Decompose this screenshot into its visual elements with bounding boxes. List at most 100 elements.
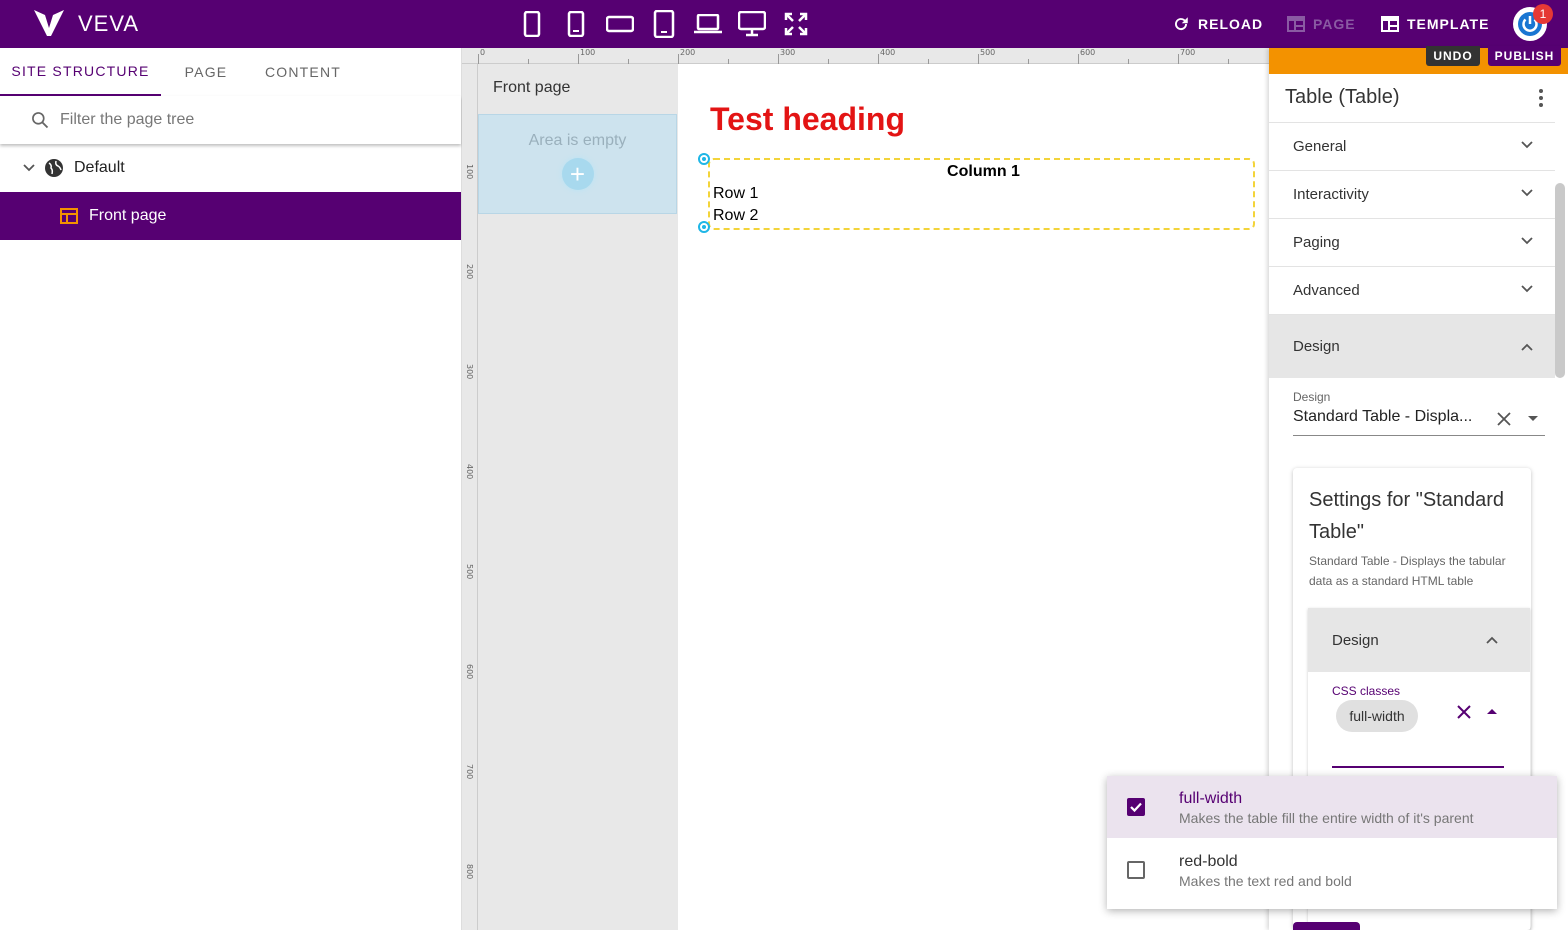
- section-interactivity[interactable]: Interactivity: [1269, 170, 1555, 218]
- empty-area-text: Area is empty: [528, 132, 627, 149]
- tree-item-front-page[interactable]: Front page: [0, 192, 461, 240]
- ruler-label: 700: [465, 764, 474, 780]
- empty-drop-zone[interactable]: Area is empty +: [478, 114, 677, 214]
- filter-input[interactable]: [60, 111, 440, 129]
- chevron-up-icon: [1521, 343, 1533, 351]
- settings-description: Standard Table - Displays the tabular da…: [1309, 554, 1506, 588]
- globe-icon: [45, 159, 63, 177]
- vertical-ruler: 100 200 300 400 500 600 700 800: [462, 64, 478, 930]
- reload-button[interactable]: RELOAD: [1172, 14, 1263, 34]
- inner-design-header[interactable]: Design: [1308, 608, 1530, 672]
- page-label: PAGE: [1313, 16, 1356, 32]
- notification-badge: 1: [1533, 4, 1553, 24]
- clear-icon[interactable]: [1497, 412, 1511, 426]
- section-label: Interactivity: [1293, 186, 1369, 203]
- table-row: Row 2: [713, 207, 759, 224]
- reload-label: RELOAD: [1198, 16, 1264, 32]
- option-description: Makes the table fill the entire width of…: [1179, 810, 1474, 826]
- ruler-label: 800: [465, 864, 474, 880]
- chevron-down-icon: [1521, 285, 1533, 293]
- section-paging[interactable]: Paging: [1269, 218, 1555, 266]
- design-select-value: Standard Table - Displa...: [1293, 408, 1473, 425]
- top-bar: VEVA RELOAD PAGE TEMPLATE 1: [0, 0, 1568, 48]
- design-field-label: Design: [1293, 390, 1331, 404]
- option-full-width[interactable]: full-width Makes the table fill the enti…: [1107, 776, 1557, 838]
- ruler-label: 500: [465, 564, 474, 580]
- css-class-chip[interactable]: full-width: [1336, 700, 1418, 732]
- checkbox-unchecked-icon[interactable]: [1127, 861, 1145, 879]
- front-page-area: Front page Area is empty +: [478, 64, 678, 930]
- refresh-icon: [1175, 17, 1188, 31]
- table-row: Row 1: [713, 185, 759, 202]
- tab-page[interactable]: PAGE: [161, 48, 251, 96]
- tab-site-structure[interactable]: SITE STRUCTURE: [0, 48, 161, 96]
- test-heading[interactable]: Test heading: [710, 101, 905, 138]
- publish-button[interactable]: PUBLISH: [1488, 46, 1561, 66]
- chevron-up-icon: [1486, 636, 1498, 644]
- left-panel: SITE STRUCTURE PAGE CONTENT Default Fron…: [0, 48, 462, 930]
- option-name: full-width: [1179, 790, 1243, 807]
- chevron-down-icon: [1521, 237, 1533, 245]
- ruler-label: 100: [465, 164, 474, 180]
- undo-button[interactable]: UNDO: [1426, 46, 1480, 66]
- ruler-label: 300: [465, 364, 474, 380]
- dropdown-arrow-icon[interactable]: [1528, 416, 1538, 422]
- move-handle-icon[interactable]: [698, 153, 710, 165]
- section-label: Design: [1332, 631, 1379, 649]
- panel-title: Table (Table): [1285, 86, 1400, 108]
- ruler-label: 400: [465, 464, 474, 480]
- apply-button[interactable]: [1293, 922, 1360, 930]
- selected-table[interactable]: Column 1 Row 1 Row 2: [698, 153, 1255, 233]
- css-classes-dropdown: full-width Makes the table fill the enti…: [1107, 776, 1557, 909]
- table-column-header: Column 1: [947, 163, 1020, 180]
- action-bar: UNDO PUBLISH: [1269, 46, 1568, 74]
- page-layout-icon: [1287, 16, 1305, 32]
- fullscreen-icon[interactable]: [774, 8, 818, 40]
- chevron-down-icon: [1521, 189, 1533, 197]
- search-icon: [32, 112, 49, 129]
- section-label: Advanced: [1293, 282, 1360, 299]
- checkbox-checked-icon[interactable]: [1127, 798, 1145, 816]
- tree-item-label: Default: [74, 159, 125, 176]
- settings-title: Settings for "Standard Table": [1309, 489, 1504, 543]
- option-name: red-bold: [1179, 853, 1238, 870]
- add-content-icon[interactable]: +: [561, 158, 594, 190]
- option-red-bold[interactable]: red-bold Makes the text red and bold: [1107, 839, 1557, 901]
- template-label: TEMPLATE: [1407, 16, 1490, 32]
- section-design[interactable]: Design: [1269, 314, 1555, 378]
- laptop-icon[interactable]: [686, 8, 730, 40]
- veva-logo-icon: [34, 10, 64, 36]
- phone-portrait-icon[interactable]: [510, 8, 554, 40]
- tab-content[interactable]: CONTENT: [251, 48, 355, 96]
- panel-scrollbar[interactable]: [1555, 183, 1565, 378]
- phone-landscape-icon[interactable]: [598, 8, 642, 40]
- option-description: Makes the text red and bold: [1179, 873, 1352, 889]
- clear-icon[interactable]: [1457, 705, 1471, 719]
- template-icon: [1381, 16, 1399, 32]
- section-label: General: [1293, 138, 1347, 155]
- design-select[interactable]: Standard Table - Displa...: [1293, 408, 1545, 436]
- chevron-down-icon[interactable]: [22, 161, 36, 175]
- chevron-down-icon: [1521, 141, 1533, 149]
- area-title: Front page: [493, 79, 571, 96]
- resize-handle-icon[interactable]: [698, 221, 710, 233]
- desktop-icon[interactable]: [730, 8, 774, 40]
- section-label: Paging: [1293, 234, 1340, 251]
- section-advanced[interactable]: Advanced: [1269, 266, 1555, 314]
- phone-icon[interactable]: [554, 8, 598, 40]
- css-classes-label: CSS classes: [1332, 684, 1401, 698]
- section-label: Design: [1293, 338, 1340, 355]
- css-input-underline: [1332, 766, 1504, 768]
- tree-item-default[interactable]: Default: [0, 144, 461, 192]
- section-general[interactable]: General: [1269, 122, 1555, 170]
- brand-name: VEVA: [78, 11, 140, 36]
- ruler-label: 600: [465, 664, 474, 680]
- ruler-label: 200: [465, 264, 474, 280]
- tablet-icon[interactable]: [642, 8, 686, 40]
- horizontal-ruler: 0 100 200 300 400 500 600 700: [462, 48, 1269, 64]
- template-button[interactable]: TEMPLATE: [1381, 14, 1489, 34]
- more-options-icon[interactable]: [1537, 88, 1545, 108]
- dropdown-arrow-up-icon[interactable]: [1487, 709, 1497, 715]
- page-icon: [60, 208, 78, 224]
- page-button[interactable]: PAGE: [1287, 14, 1356, 34]
